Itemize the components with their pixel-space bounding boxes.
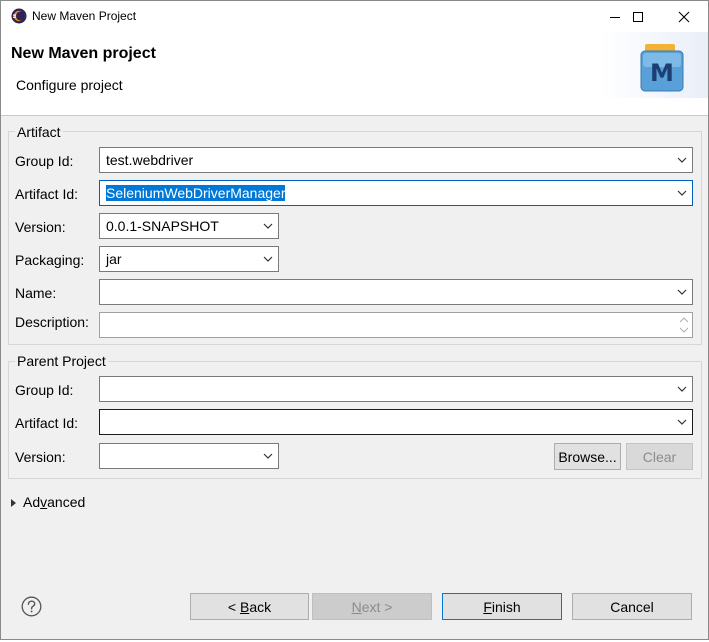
maven-logo-icon: M (640, 44, 684, 92)
packaging-value: jar (106, 251, 122, 267)
name-combo[interactable] (99, 279, 693, 305)
scroll-arrows-icon[interactable] (678, 315, 690, 335)
artifact-id-combo[interactable]: SeleniumWebDriverManager (99, 180, 693, 206)
group-id-combo[interactable]: test.webdriver (99, 147, 693, 173)
chevron-down-icon (263, 223, 273, 229)
window-title: New Maven Project (32, 9, 137, 23)
version-combo[interactable]: 0.0.1-SNAPSHOT (99, 213, 279, 239)
cancel-button[interactable]: Cancel (572, 593, 692, 620)
group-id-label: Group Id: (15, 153, 74, 169)
next-button[interactable]: Next > (312, 593, 432, 620)
name-label: Name: (15, 285, 57, 301)
chevron-down-icon (677, 386, 687, 392)
new-maven-project-dialog: New Maven Project New Maven project Conf… (0, 0, 709, 640)
close-button[interactable] (661, 1, 707, 32)
close-icon (678, 11, 690, 22)
wizard-banner: M (601, 32, 708, 98)
parent-group-id-label: Group Id: (15, 382, 74, 398)
packaging-combo[interactable]: jar (99, 246, 279, 272)
advanced-label: Advanced (23, 494, 86, 510)
version-label: Version: (15, 219, 66, 235)
parent-version-combo[interactable] (99, 443, 279, 469)
parent-version-label: Version: (15, 449, 66, 465)
help-icon[interactable] (21, 596, 42, 617)
expand-arrow-icon (11, 499, 16, 507)
parent-artifact-id-combo[interactable] (99, 409, 693, 435)
maximize-icon (633, 11, 643, 22)
clear-button[interactable]: Clear (626, 443, 693, 470)
eclipse-icon (11, 8, 27, 24)
wizard-header: New Maven project Configure project M (1, 32, 708, 116)
parent-artifact-id-label: Artifact Id: (15, 415, 79, 431)
page-title: New Maven project (11, 45, 156, 62)
artifact-id-value: SeleniumWebDriverManager (106, 185, 286, 201)
description-textarea[interactable] (99, 312, 693, 338)
chevron-down-icon (677, 190, 687, 196)
artifact-group-label: Artifact (15, 124, 63, 140)
artifact-id-label: Artifact Id: (15, 186, 79, 202)
chevron-down-icon (677, 419, 687, 425)
group-id-value: test.webdriver (106, 152, 194, 168)
maximize-button[interactable] (615, 1, 661, 32)
version-value: 0.0.1-SNAPSHOT (106, 218, 219, 234)
parent-project-group-label: Parent Project (15, 353, 108, 369)
parent-group-id-combo[interactable] (99, 376, 693, 402)
description-label: Description: (15, 314, 89, 330)
back-button[interactable]: < Back (190, 593, 309, 620)
browse-button[interactable]: Browse... (554, 443, 621, 470)
chevron-down-icon (263, 256, 273, 262)
title-bar: New Maven Project (1, 1, 708, 32)
page-subtitle: Configure project (16, 77, 123, 93)
finish-button[interactable]: Finish (442, 593, 562, 620)
packaging-label: Packaging: (15, 252, 85, 268)
chevron-down-icon (677, 157, 687, 163)
maven-logo-letter: M (650, 59, 674, 87)
chevron-down-icon (677, 289, 687, 295)
chevron-down-icon (263, 453, 273, 459)
